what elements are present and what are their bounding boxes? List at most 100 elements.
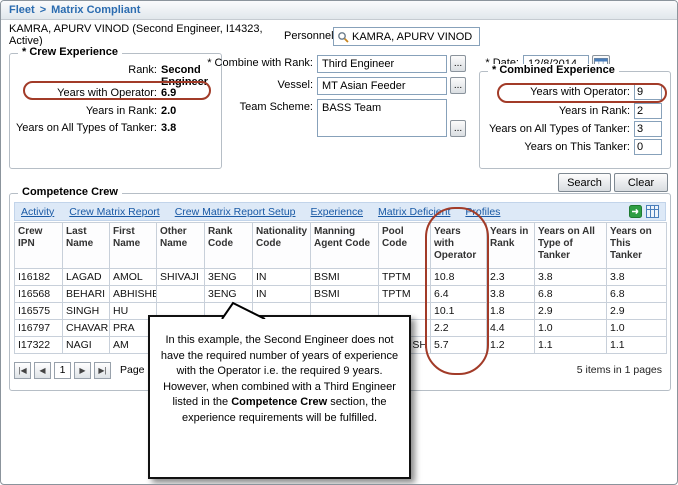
vessel-label: Vessel: xyxy=(191,79,313,91)
combined-years-rank-label: Years in Rank: xyxy=(559,105,630,117)
search-icon xyxy=(337,31,349,43)
cell-r2-c10: 2.9 xyxy=(535,303,607,320)
cell-r4-c10: 1.1 xyxy=(535,337,607,354)
combined-years-operator-label: Years with Operator: xyxy=(530,86,630,98)
grid-link-matrix-deficient[interactable]: Matrix Deficient xyxy=(378,206,450,218)
column-header-rank-code[interactable]: Rank Code xyxy=(205,223,253,269)
page-size-label: Page xyxy=(120,364,145,376)
person-summary: KAMRA, APURV VINOD (Second Engineer, I14… xyxy=(9,23,273,47)
combined-experience-legend: * Combined Experience xyxy=(488,64,619,76)
table-row[interactable]: I16568BEHARIABHISHEK3ENGINBSMITPTM6.43.8… xyxy=(15,286,667,303)
combined-years-this-tanker-input[interactable] xyxy=(634,139,662,155)
combined-experience-panel: * Combined Experience Years with Operato… xyxy=(479,71,671,169)
cell-r1-c3 xyxy=(157,286,205,303)
cell-r3-c8: 2.2 xyxy=(431,320,487,337)
callout-bold-text: Competence Crew xyxy=(231,396,327,408)
cell-r0-c4: 3ENG xyxy=(205,269,253,286)
table-row[interactable]: I16182LAGADAMOLSHIVAJI3ENGINBSMITPTM10.8… xyxy=(15,269,667,286)
combined-years-operator-row: Years with Operator: xyxy=(530,84,662,100)
cell-r4-c8: 5.7 xyxy=(431,337,487,354)
cell-r1-c9: 3.8 xyxy=(487,286,535,303)
cell-r2-c9: 1.8 xyxy=(487,303,535,320)
team-scheme-value: BASS Team xyxy=(322,102,381,114)
cell-r1-c1: BEHARI xyxy=(63,286,110,303)
column-header-years-on-this-tanker[interactable]: Years on This Tanker xyxy=(607,223,667,269)
column-header-manning-agent-code[interactable]: Manning Agent Code xyxy=(311,223,379,269)
cell-r0-c9: 2.3 xyxy=(487,269,535,286)
column-header-other-name[interactable]: Other Name xyxy=(157,223,205,269)
years-with-operator-row: Years with Operator: 6.9 xyxy=(57,87,213,99)
cell-r3-c11: 1.0 xyxy=(607,320,667,337)
cell-r0-c1: LAGAD xyxy=(63,269,110,286)
toolbar-icons xyxy=(629,205,659,218)
cell-r0-c2: AMOL xyxy=(110,269,157,286)
rank-label: Rank: xyxy=(128,64,157,76)
cell-r2-c0: I16575 xyxy=(15,303,63,320)
grid-link-crew-matrix-report[interactable]: Crew Matrix Report xyxy=(69,206,159,218)
cell-r4-c9: 1.2 xyxy=(487,337,535,354)
cell-r0-c7: TPTM xyxy=(379,269,431,286)
pager-current-page[interactable]: 1 xyxy=(54,362,71,379)
grid-link-crew-matrix-report-setup[interactable]: Crew Matrix Report Setup xyxy=(175,206,296,218)
cell-r0-c6: BSMI xyxy=(311,269,379,286)
team-scheme-label: Team Scheme: xyxy=(191,101,313,113)
vessel-browse-button[interactable]: ... xyxy=(450,77,466,94)
cell-r0-c8: 10.8 xyxy=(431,269,487,286)
search-button[interactable]: Search xyxy=(558,173,611,192)
cell-r2-c8: 10.1 xyxy=(431,303,487,320)
clear-button[interactable]: Clear xyxy=(614,173,668,192)
column-header-nationality-code[interactable]: Nationality Code xyxy=(253,223,311,269)
pager-first-button[interactable]: |◀ xyxy=(14,362,31,379)
cell-r3-c1: CHAVARE xyxy=(63,320,110,337)
cell-r1-c8: 6.4 xyxy=(431,286,487,303)
combined-years-this-tanker-label: Years on This Tanker: xyxy=(524,141,630,153)
cell-r1-c10: 6.8 xyxy=(535,286,607,303)
combined-years-all-tanker-input[interactable] xyxy=(634,121,662,137)
personnel-field xyxy=(333,27,480,46)
cell-r0-c5: IN xyxy=(253,269,311,286)
crew-experience-legend: * Crew Experience xyxy=(18,46,122,58)
grid-link-activity[interactable]: Activity xyxy=(21,206,54,218)
breadcrumb-section[interactable]: Fleet xyxy=(9,4,35,16)
column-header-pool-code[interactable]: Pool Code xyxy=(379,223,431,269)
column-settings-icon[interactable] xyxy=(646,205,659,218)
column-header-years-with-operator[interactable]: Years with Operator xyxy=(431,223,487,269)
combined-years-rank-input[interactable] xyxy=(634,103,662,119)
pager-prev-button[interactable]: ◀ xyxy=(34,362,51,379)
team-scheme-browse-button[interactable]: ... xyxy=(450,120,466,137)
column-header-last-name[interactable]: Last Name xyxy=(63,223,110,269)
team-scheme-input[interactable]: BASS Team xyxy=(317,99,447,137)
vessel-input[interactable] xyxy=(317,77,447,95)
cell-r3-c0: I16797 xyxy=(15,320,63,337)
links-wrap: Activity Crew Matrix Report Crew Matrix Re… xyxy=(21,206,500,218)
export-excel-icon[interactable] xyxy=(629,205,642,218)
column-header-crew-ipn[interactable]: Crew IPN xyxy=(15,223,63,269)
column-header-years-in-rank[interactable]: Years in Rank xyxy=(487,223,535,269)
personnel-input[interactable] xyxy=(352,31,476,43)
cell-r1-c2: ABHISHEK xyxy=(110,286,157,303)
cell-r3-c9: 4.4 xyxy=(487,320,535,337)
cell-r4-c1: NAGI xyxy=(63,337,110,354)
combine-with-rank-input[interactable] xyxy=(317,55,447,73)
cell-r1-c6: BSMI xyxy=(311,286,379,303)
combined-years-all-tanker-row: Years on All Types of Tanker: xyxy=(489,121,662,137)
combined-years-this-tanker-row: Years on This Tanker: xyxy=(524,139,662,155)
cell-r1-c0: I16568 xyxy=(15,286,63,303)
combined-years-operator-input[interactable] xyxy=(634,84,662,100)
years-in-rank-label: Years in Rank: xyxy=(86,105,157,117)
combined-years-rank-row: Years in Rank: xyxy=(559,103,662,119)
grid-link-profiles[interactable]: Profiles xyxy=(465,206,500,218)
column-header-years-on-all-type-of-tanker[interactable]: Years on All Type of Tanker xyxy=(535,223,607,269)
pager-next-button[interactable]: ▶ xyxy=(74,362,91,379)
column-header-first-name[interactable]: First Name xyxy=(110,223,157,269)
pager-last-button[interactable]: ▶| xyxy=(94,362,111,379)
grid-link-experience[interactable]: Experience xyxy=(311,206,364,218)
cell-r1-c5: IN xyxy=(253,286,311,303)
callout-pointer xyxy=(218,301,268,319)
cell-r2-c1: SINGH xyxy=(63,303,110,320)
cell-r0-c3: SHIVAJI xyxy=(157,269,205,286)
breadcrumb: Fleet > Matrix Compliant xyxy=(1,1,677,20)
years-all-tanker-label: Years on All Types of Tanker: xyxy=(16,122,157,134)
breadcrumb-page: Matrix Compliant xyxy=(51,4,140,16)
cell-r3-c10: 1.0 xyxy=(535,320,607,337)
